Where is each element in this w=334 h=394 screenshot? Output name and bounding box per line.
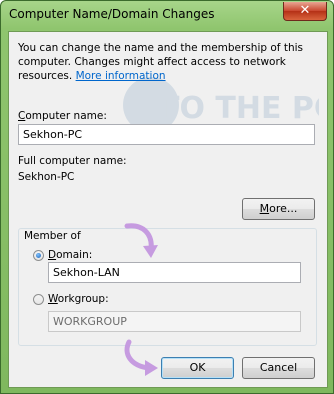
title-bar[interactable]: Computer Name/Domain Changes ✕ — [1, 1, 333, 31]
cancel-button[interactable]: Cancel — [242, 357, 315, 379]
full-computer-name-value: Sekhon-PC — [18, 171, 75, 183]
close-button[interactable]: ✕ — [283, 2, 327, 21]
intro-text: You can change the name and the membersh… — [18, 41, 323, 83]
svg-text:TO THE PC: TO THE PC — [159, 91, 319, 126]
workgroup-radio[interactable] — [33, 294, 44, 305]
more-information-link[interactable]: More information — [76, 70, 166, 82]
ok-button[interactable]: OK — [161, 357, 234, 379]
dialog-body: TO THE PC You can change the name and th… — [8, 31, 328, 388]
domain-label[interactable]: Domain: — [48, 249, 92, 261]
domain-input[interactable]: Sekhon-LAN — [48, 262, 301, 283]
radio-selected-dot — [36, 253, 41, 258]
computer-name-label: Computer name: — [18, 110, 107, 122]
full-computer-name-label: Full computer name: — [18, 155, 127, 167]
member-of-label: Member of — [22, 230, 83, 242]
workgroup-label[interactable]: Workgroup: — [48, 293, 109, 305]
dialog-window: Computer Name/Domain Changes ✕ TO THE PC… — [0, 0, 334, 394]
close-icon: ✕ — [299, 3, 311, 18]
window-title: Computer Name/Domain Changes — [9, 7, 215, 21]
domain-radio[interactable] — [33, 250, 44, 261]
computer-name-input[interactable]: Sekhon-PC — [18, 124, 315, 145]
workgroup-input: WORKGROUP — [48, 311, 301, 332]
more-button[interactable]: More... — [242, 198, 315, 220]
